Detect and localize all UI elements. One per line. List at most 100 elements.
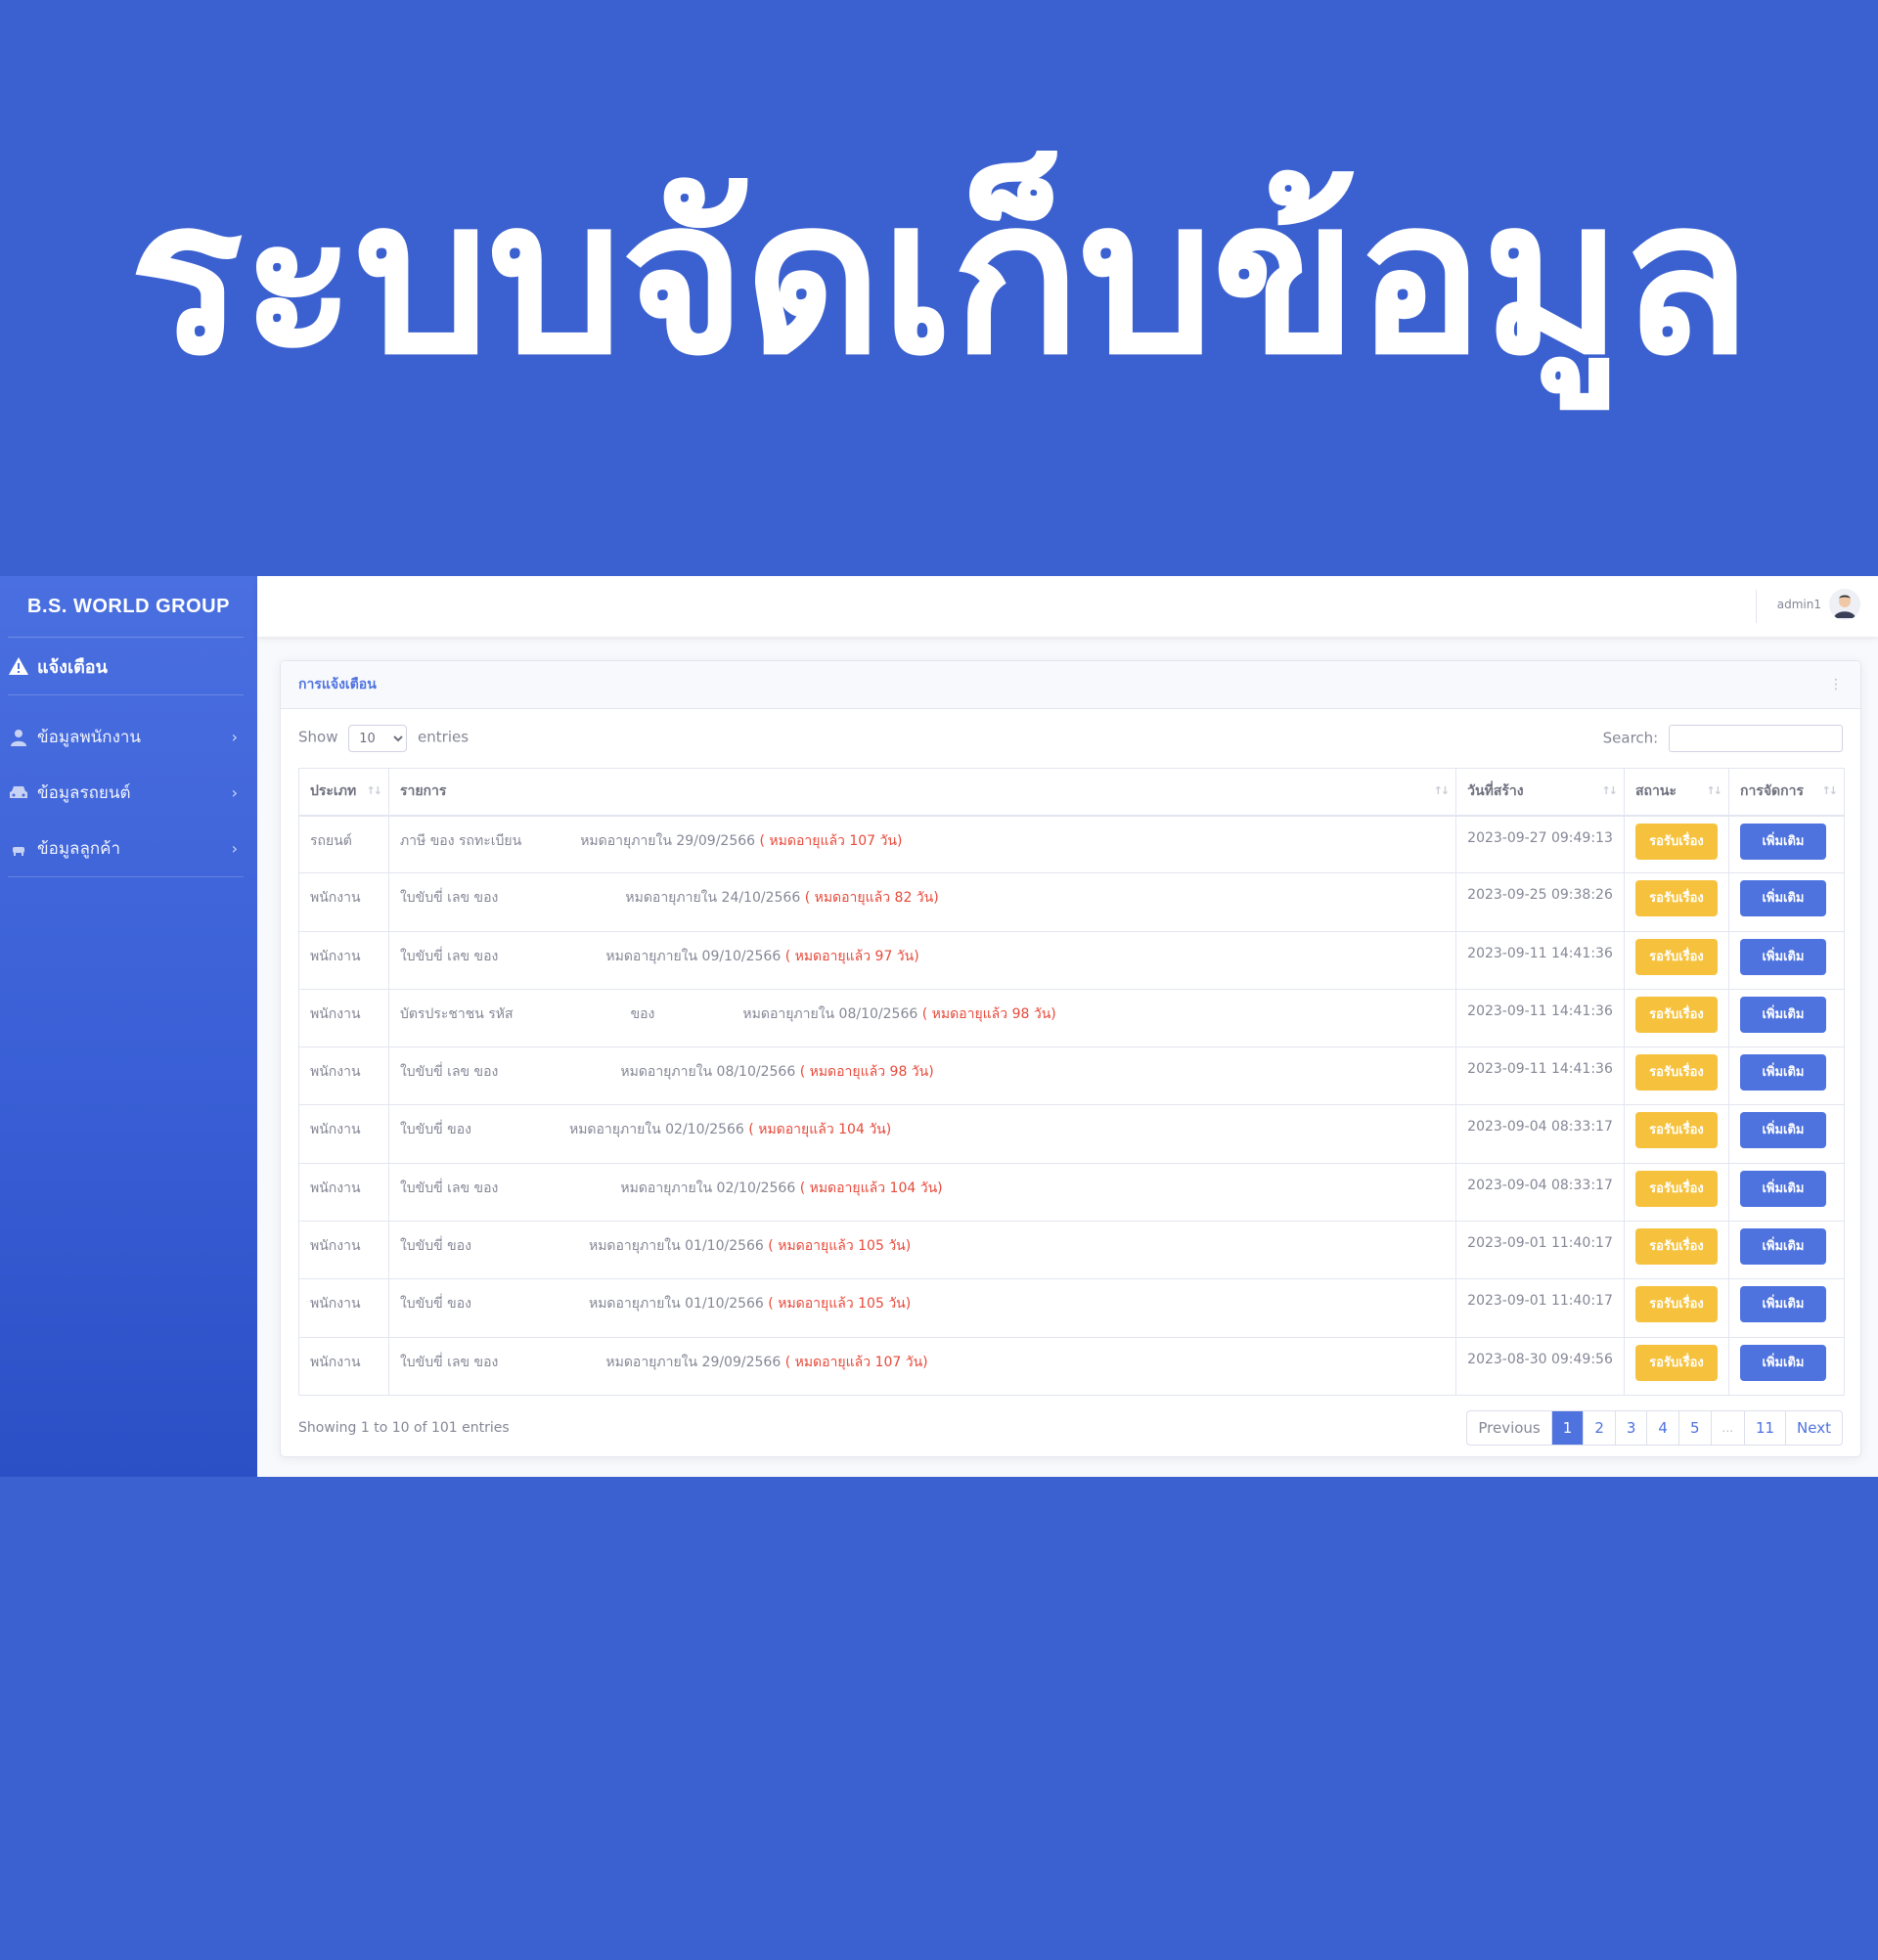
cell-type: พนักงาน bbox=[298, 1104, 389, 1164]
cell-actions: เพิ่มเติม bbox=[1727, 814, 1846, 874]
page-next[interactable]: Next bbox=[1785, 1410, 1842, 1445]
sidebar-item-label: ข้อมูลพนักงาน bbox=[37, 728, 142, 747]
hero-title: ระบบจัดเก็บข้อมูล bbox=[128, 154, 1751, 402]
sort-icon: ↑↓ bbox=[366, 784, 383, 797]
more-button[interactable]: เพิ่มเติม bbox=[1739, 1286, 1826, 1323]
cell-actions: เพิ่มเติม bbox=[1727, 1104, 1846, 1164]
table-row: พนักงาน ใบขับขี่ ของ หมดอายุภายใน 01/10/25… bbox=[298, 1221, 1846, 1280]
status-button[interactable]: รอรับเรื่อง bbox=[1634, 1228, 1718, 1266]
customer-icon bbox=[8, 839, 29, 859]
status-button[interactable]: รอรับเรื่อง bbox=[1634, 996, 1718, 1033]
cell-created: 2023-09-11 14:41:36 bbox=[1455, 1047, 1625, 1106]
column-header-created[interactable]: วันที่สร้าง ↑↓ bbox=[1455, 768, 1625, 817]
due-text: หมดอายุภายใน 08/10/2566 bbox=[742, 1005, 918, 1022]
cell-status: รอรับเรื่อง bbox=[1623, 1336, 1729, 1396]
sort-icon: ↑↓ bbox=[1821, 784, 1839, 797]
table-row: พนักงาน ใบขับขี่ เลข ของ หมดอายุภายใน 29/0… bbox=[298, 1336, 1846, 1396]
cell-created: 2023-09-04 08:33:17 bbox=[1455, 1162, 1625, 1223]
car-icon bbox=[8, 783, 29, 803]
column-header-status[interactable]: สถานะ ↑↓ bbox=[1623, 768, 1729, 817]
sidebar-item-alerts[interactable]: แจ้งเตือน bbox=[0, 638, 257, 694]
due-text: หมดอายุภายใน 09/10/2566 bbox=[605, 948, 782, 964]
cell-status: รอรับเรื่อง bbox=[1623, 930, 1729, 990]
table-row: พนักงาน บัตรประชาชน รหัส ของ หมดอายุภายใน 0… bbox=[298, 988, 1846, 1048]
item-text: บัตรประชาชน รหัส bbox=[399, 1005, 514, 1022]
cell-status: รอรับเรื่อง bbox=[1623, 1278, 1729, 1338]
cell-created: 2023-08-30 09:49:56 bbox=[1455, 1336, 1625, 1396]
search-label: Search: bbox=[1602, 729, 1659, 747]
expired-warning: ( หมดอายุแล้ว 105 วัน) bbox=[768, 1238, 912, 1255]
page-3[interactable]: 3 bbox=[1614, 1410, 1647, 1445]
cell-actions: เพิ่มเติม bbox=[1727, 1047, 1846, 1106]
cell-status: รอรับเรื่อง bbox=[1623, 872, 1729, 932]
more-options-icon[interactable]: ⋮ bbox=[1829, 677, 1843, 692]
item-text: ใบขับขี่ เลข ของ bbox=[399, 1354, 499, 1370]
status-button[interactable]: รอรับเรื่อง bbox=[1634, 1054, 1718, 1091]
more-button[interactable]: เพิ่มเติม bbox=[1739, 880, 1826, 917]
cell-item: ภาษี ของ รถทะเบียน หมดอายุภายใน 29/09/256… bbox=[387, 814, 1457, 874]
status-button[interactable]: รอรับเรื่อง bbox=[1634, 938, 1718, 975]
cell-status: รอรับเรื่อง bbox=[1623, 988, 1729, 1048]
cell-item: บัตรประชาชน รหัส ของ หมดอายุภายใน 08/10/25… bbox=[387, 988, 1457, 1048]
sidebar: B.S. WORLD GROUP แจ้งเตือน ข้อมูลพนักงาน… bbox=[0, 576, 257, 1477]
table-header-row: ประเภท ↑↓ รายการ ↑↓ วันที่สร้าง ↑↓ สถานะ ↑↓ … bbox=[298, 768, 1846, 817]
item-text: ใบขับขี่ เลข ของ bbox=[399, 1180, 499, 1196]
sidebar-item-cars[interactable]: ข้อมูลรถยนต์ › bbox=[0, 765, 257, 821]
more-button[interactable]: เพิ่มเติม bbox=[1739, 1170, 1826, 1207]
cell-created: 2023-09-04 08:33:17 bbox=[1455, 1104, 1625, 1164]
cell-actions: เพิ่มเติม bbox=[1727, 1278, 1846, 1338]
cell-type: พนักงาน bbox=[298, 1162, 389, 1223]
status-button[interactable]: รอรับเรื่อง bbox=[1634, 823, 1718, 860]
page-1[interactable]: 1 bbox=[1550, 1410, 1584, 1445]
more-button[interactable]: เพิ่มเติม bbox=[1739, 1344, 1826, 1381]
sidebar-item-employees[interactable]: ข้อมูลพนักงาน › bbox=[0, 709, 257, 765]
search-input[interactable] bbox=[1669, 725, 1843, 752]
page-4[interactable]: 4 bbox=[1646, 1410, 1678, 1445]
user-menu[interactable]: admin1 bbox=[1777, 589, 1860, 620]
entries-select[interactable]: 10 bbox=[348, 725, 408, 752]
cell-type: พนักงาน bbox=[298, 1047, 389, 1106]
cell-type: พนักงาน bbox=[298, 988, 389, 1048]
sidebar-item-customers[interactable]: ข้อมูลลูกค้า › bbox=[0, 821, 257, 876]
cell-actions: เพิ่มเติม bbox=[1727, 1162, 1846, 1223]
card-title: การแจ้งเตือน bbox=[298, 677, 377, 692]
column-header-type[interactable]: ประเภท ↑↓ bbox=[298, 768, 389, 817]
item-text: ใบขับขี่ ของ bbox=[399, 1296, 471, 1313]
status-button[interactable]: รอรับเรื่อง bbox=[1634, 1344, 1718, 1381]
more-button[interactable]: เพิ่มเติม bbox=[1739, 1228, 1826, 1266]
cell-created: 2023-09-11 14:41:36 bbox=[1455, 930, 1625, 990]
cell-status: รอรับเรื่อง bbox=[1623, 1162, 1729, 1223]
page-2[interactable]: 2 bbox=[1583, 1410, 1615, 1445]
page-previous[interactable]: Previous bbox=[1467, 1411, 1550, 1445]
status-button[interactable]: รอรับเรื่อง bbox=[1634, 1112, 1718, 1149]
status-button[interactable]: รอรับเรื่อง bbox=[1634, 880, 1718, 917]
due-text: หมดอายุภายใน 02/10/2566 bbox=[620, 1180, 796, 1196]
cell-type: รถยนต์ bbox=[298, 814, 389, 874]
due-text: หมดอายุภายใน 01/10/2566 bbox=[588, 1238, 764, 1255]
sidebar-divider bbox=[8, 876, 244, 877]
more-button[interactable]: เพิ่มเติม bbox=[1739, 996, 1826, 1033]
cell-actions: เพิ่มเติม bbox=[1727, 1221, 1846, 1280]
page-11[interactable]: 11 bbox=[1743, 1410, 1785, 1445]
table-controls: Show 10 entries Search: bbox=[298, 709, 1843, 768]
topbar: admin1 bbox=[257, 576, 1878, 637]
column-header-item[interactable]: รายการ ↑↓ bbox=[387, 768, 1457, 817]
column-header-actions[interactable]: การจัดการ ↑↓ bbox=[1727, 768, 1846, 817]
item-text: ใบขับขี่ เลข ของ bbox=[399, 948, 499, 964]
more-button[interactable]: เพิ่มเติม bbox=[1739, 1054, 1826, 1091]
item-text: ใบขับขี่ เลข ของ bbox=[399, 1064, 499, 1081]
cell-type: พนักงาน bbox=[298, 1278, 389, 1338]
sidebar-item-label: ข้อมูลรถยนต์ bbox=[37, 783, 131, 803]
status-button[interactable]: รอรับเรื่อง bbox=[1634, 1170, 1718, 1207]
more-button[interactable]: เพิ่มเติม bbox=[1739, 823, 1826, 860]
table-row: รถยนต์ ภาษี ของ รถทะเบียน หมดอายุภายใน 29/… bbox=[298, 814, 1846, 874]
page-5[interactable]: 5 bbox=[1677, 1410, 1711, 1445]
table-row: พนักงาน ใบขับขี่ เลข ของ หมดอายุภายใน 09/1… bbox=[298, 930, 1846, 990]
cell-actions: เพิ่มเติม bbox=[1727, 872, 1846, 932]
more-button[interactable]: เพิ่มเติม bbox=[1739, 938, 1826, 975]
table-footer: Showing 1 to 10 of 101 entries Previous … bbox=[298, 1396, 1843, 1460]
more-button[interactable]: เพิ่มเติม bbox=[1739, 1112, 1826, 1149]
brand-logo[interactable]: B.S. WORLD GROUP bbox=[0, 576, 257, 637]
cell-type: พนักงาน bbox=[298, 1221, 389, 1280]
status-button[interactable]: รอรับเรื่อง bbox=[1634, 1286, 1718, 1323]
